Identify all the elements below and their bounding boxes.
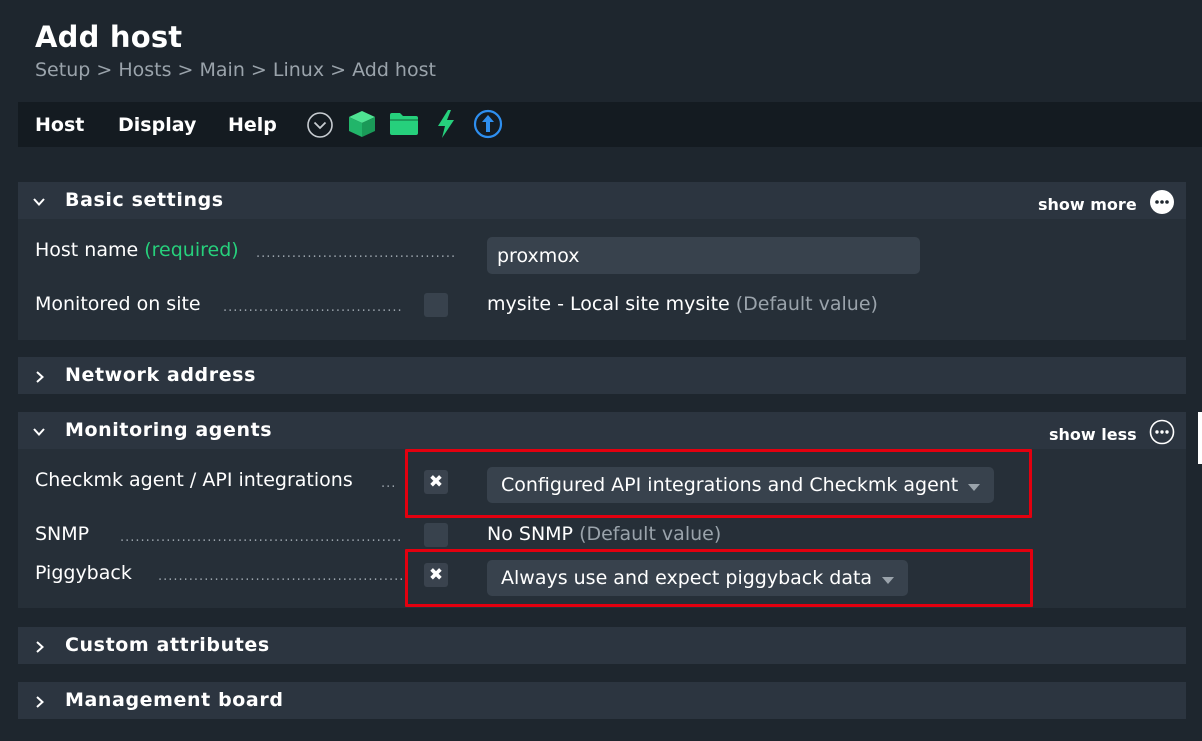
activate-changes-icon[interactable] — [435, 109, 457, 143]
label-dots: ........................................… — [223, 300, 403, 315]
menu-help[interactable]: Help — [228, 114, 277, 136]
breadcrumb-separator: > — [250, 59, 273, 81]
chevron-down-icon[interactable] — [32, 424, 46, 443]
highlight-box-checkmk-agent — [405, 449, 1032, 518]
breadcrumb-item-setup[interactable]: Setup — [35, 59, 90, 81]
section-title: Monitoring agents — [65, 419, 273, 441]
scroll-edge — [1198, 412, 1202, 464]
host-name-input[interactable]: proxmox — [487, 237, 920, 274]
breadcrumb-separator: > — [330, 59, 353, 81]
section-header[interactable]: Monitoring agents show less — [18, 412, 1186, 449]
show-more-label: show more — [1038, 194, 1137, 214]
required-note: (required) — [144, 239, 239, 261]
show-less-toggle[interactable]: show less — [1049, 419, 1175, 449]
section-header[interactable]: Management board — [18, 682, 1186, 719]
more-options-icon[interactable] — [1149, 419, 1175, 449]
breadcrumb-item-hosts[interactable]: Hosts — [118, 59, 171, 81]
menu-host[interactable]: Host — [35, 114, 84, 136]
page-title: Add host — [35, 20, 183, 54]
breadcrumb-separator: > — [96, 59, 119, 81]
section-basic-settings: Basic settings show more Host name (requ… — [18, 182, 1186, 340]
breadcrumb-item-main[interactable]: Main — [200, 59, 245, 81]
section-header[interactable]: Custom attributes — [18, 627, 1186, 664]
monitored-on-site-label: Monitored on site — [35, 293, 201, 315]
breadcrumb-separator: > — [177, 59, 200, 81]
section-title: Custom attributes — [65, 634, 270, 656]
chevron-down-icon[interactable] — [32, 194, 46, 213]
breadcrumb-item-add-host: Add host — [352, 59, 436, 81]
default-value-note: (Default value) — [735, 293, 878, 315]
folder-icon[interactable] — [389, 112, 419, 140]
snmp-value: No SNMP (Default value) — [487, 523, 722, 545]
update-arrow-icon[interactable] — [473, 109, 503, 143]
section-management-board: Management board — [18, 682, 1186, 719]
page-menu-bar: Host Display Help — [18, 102, 1202, 147]
label-dots: ... — [381, 476, 397, 491]
highlight-box-piggyback — [405, 549, 1033, 607]
section-header[interactable]: Basic settings show more — [18, 182, 1186, 219]
section-title: Management board — [65, 689, 284, 711]
snmp-checkbox[interactable] — [424, 523, 448, 547]
breadcrumb-item-linux[interactable]: Linux — [273, 59, 324, 81]
checkmk-agent-label: Checkmk agent / API integrations — [35, 469, 353, 491]
snmp-label: SNMP — [35, 523, 90, 545]
show-less-label: show less — [1049, 424, 1137, 444]
chevron-right-icon[interactable] — [32, 369, 46, 388]
section-title: Basic settings — [65, 189, 224, 211]
host-cube-icon[interactable] — [347, 109, 377, 143]
chevron-right-icon[interactable] — [32, 639, 46, 658]
more-options-icon[interactable] — [1149, 189, 1175, 219]
piggyback-label: Piggyback — [35, 562, 132, 584]
section-header[interactable]: Network address — [18, 357, 1186, 394]
chevron-circle-down-icon[interactable] — [306, 111, 334, 143]
label-dots: ........................................… — [158, 569, 403, 584]
monitored-on-site-checkbox[interactable] — [424, 293, 448, 317]
default-value-note: (Default value) — [579, 523, 722, 545]
monitored-on-site-value: mysite - Local site mysite (Default valu… — [487, 293, 878, 315]
chevron-right-icon[interactable] — [32, 694, 46, 713]
show-more-toggle[interactable]: show more — [1038, 189, 1175, 219]
section-title: Network address — [65, 364, 256, 386]
section-network-address: Network address — [18, 357, 1186, 394]
breadcrumb: Setup > Hosts > Main > Linux > Add host — [35, 59, 436, 81]
menu-display[interactable]: Display — [118, 114, 196, 136]
label-dots: ........................................… — [256, 246, 456, 261]
host-name-label: Host name (required) — [35, 239, 239, 261]
label-dots: ........................................… — [120, 530, 403, 545]
section-custom-attributes: Custom attributes — [18, 627, 1186, 664]
